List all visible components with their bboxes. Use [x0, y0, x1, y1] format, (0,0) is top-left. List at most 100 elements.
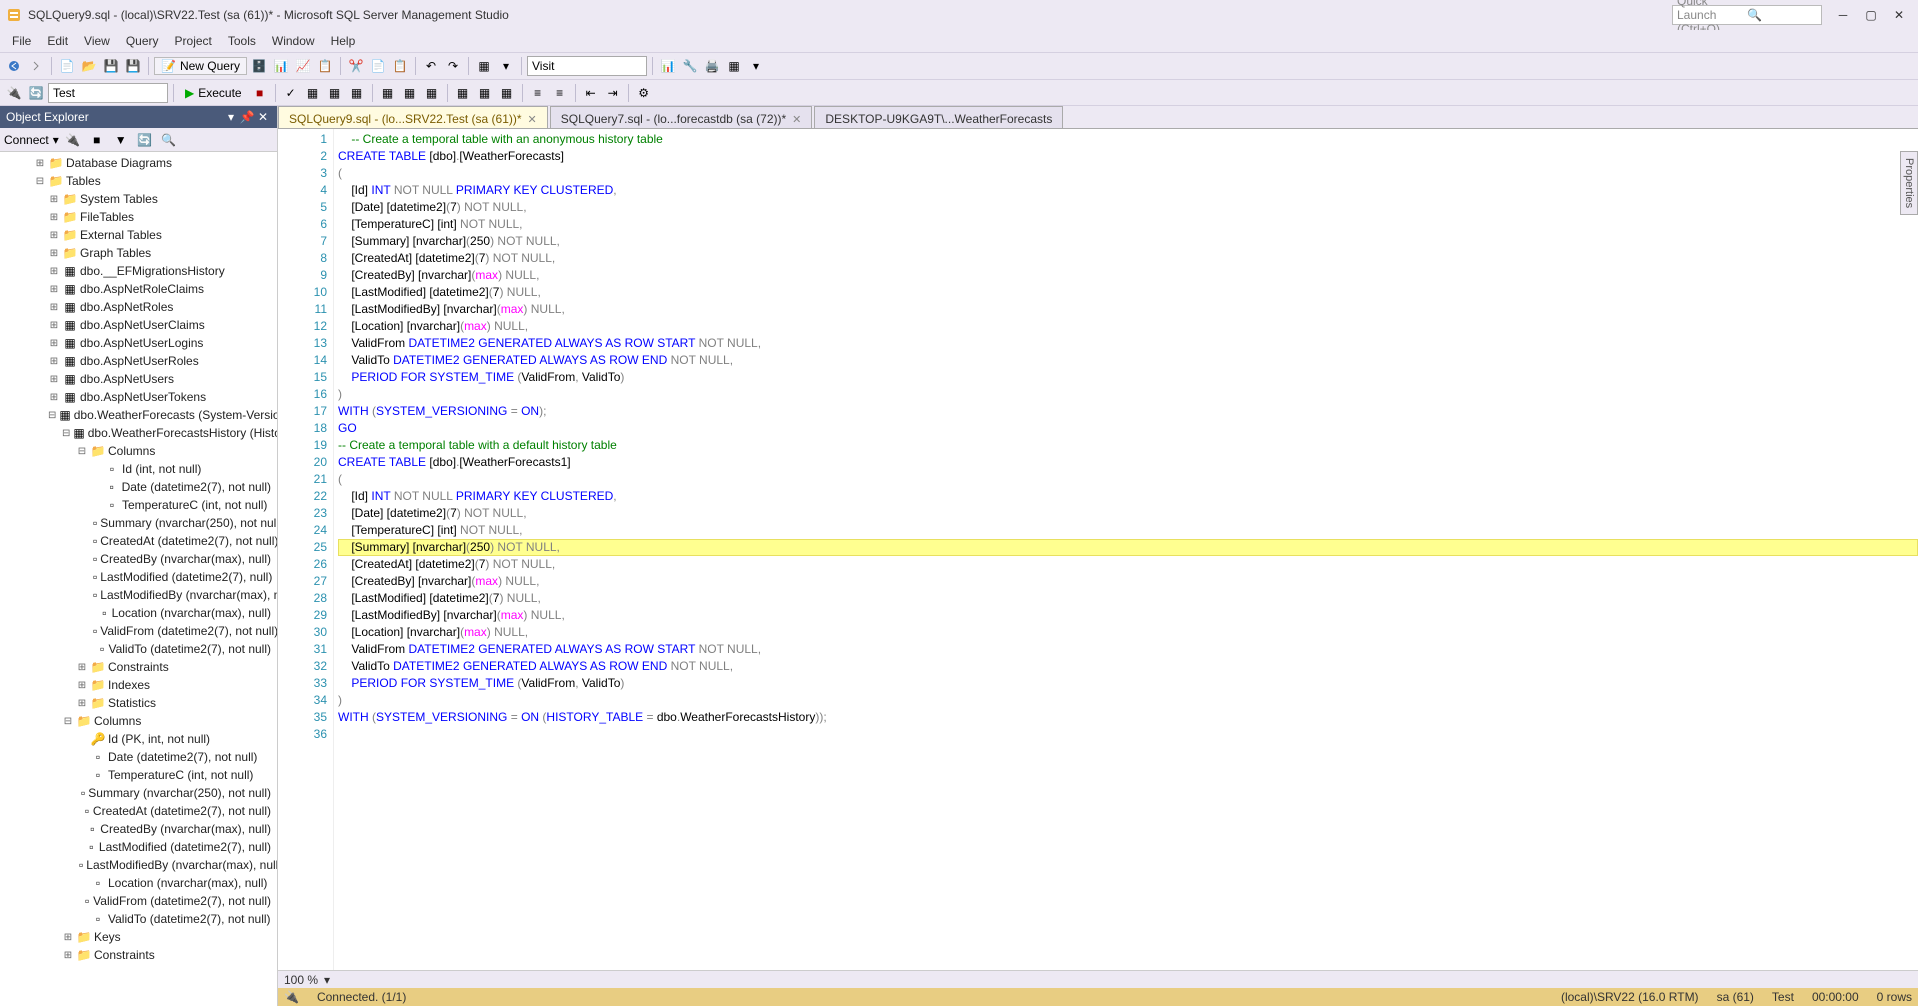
expander-icon[interactable]: ⊞	[48, 338, 60, 349]
code-line[interactable]: PERIOD FOR SYSTEM_TIME (ValidFrom, Valid…	[338, 675, 1918, 692]
expander-icon[interactable]: ⊞	[48, 284, 60, 295]
expander-icon[interactable]: ⊟	[48, 410, 56, 421]
specify-values-button[interactable]: ⚙	[634, 83, 654, 103]
tab-close-icon[interactable]: ✕	[792, 113, 801, 126]
tree-node[interactable]: ⊞📁Database Diagrams	[0, 154, 277, 172]
results-file-button[interactable]: ▦	[497, 83, 517, 103]
code-line[interactable]: [Id] INT NOT NULL PRIMARY KEY CLUSTERED,	[338, 488, 1918, 505]
code-line[interactable]: -- Create a temporal table with a defaul…	[338, 437, 1918, 454]
oe-close-icon[interactable]: ✕	[255, 110, 271, 124]
document-tab[interactable]: SQLQuery9.sql - (lo...SRV22.Test (sa (61…	[278, 106, 548, 128]
code-line[interactable]: -- Create a temporal table with an anony…	[338, 131, 1918, 148]
code-line[interactable]: [Summary] [nvarchar](250) NOT NULL,	[338, 539, 1918, 556]
uncomment-button[interactable]: ≡	[550, 83, 570, 103]
xmla-query-button[interactable]: 📋	[315, 56, 335, 76]
expander-icon[interactable]: ⊞	[48, 392, 60, 403]
tree-node[interactable]: ▫Date (datetime2(7), not null)	[0, 478, 277, 496]
tab-close-icon[interactable]: ✕	[528, 113, 537, 126]
tree-node[interactable]: ▫CreatedAt (datetime2(7), not null)	[0, 532, 277, 550]
expander-icon[interactable]: ⊞	[76, 680, 88, 691]
code-line[interactable]: [Date] [datetime2](7) NOT NULL,	[338, 199, 1918, 216]
tree-node[interactable]: ⊟📁Columns	[0, 712, 277, 730]
activity-monitor-button[interactable]: 📊	[658, 56, 678, 76]
document-tab[interactable]: DESKTOP-U9KGA9T\...WeatherForecasts	[814, 106, 1063, 128]
object-explorer-tree[interactable]: ⊞📁Database Diagrams⊟📁Tables⊞📁System Tabl…	[0, 152, 277, 1006]
oe-dropdown-icon[interactable]: ▾	[223, 110, 239, 124]
expander-icon[interactable]: ⊟	[62, 428, 70, 439]
expander-icon[interactable]: ⊞	[48, 302, 60, 313]
oe-refresh-button[interactable]: 🔄	[135, 130, 155, 150]
menu-tools[interactable]: Tools	[220, 32, 264, 50]
menu-file[interactable]: File	[4, 32, 39, 50]
tree-node[interactable]: ⊟📁Tables	[0, 172, 277, 190]
new-file-button[interactable]: 📄	[57, 56, 77, 76]
code-line[interactable]: WITH (SYSTEM_VERSIONING = ON (HISTORY_TA…	[338, 709, 1918, 726]
zoom-level[interactable]: 100 %	[284, 973, 318, 987]
code-line[interactable]	[338, 726, 1918, 743]
results-grid-button[interactable]: ▦	[475, 83, 495, 103]
db-engine-query-button[interactable]: 🗄️	[249, 56, 269, 76]
tree-node[interactable]: ⊞📁Graph Tables	[0, 244, 277, 262]
tree-node[interactable]: ▫Summary (nvarchar(250), not null)	[0, 784, 277, 802]
tree-node[interactable]: ⊞▦dbo.AspNetUserClaims	[0, 316, 277, 334]
tree-node[interactable]: ⊞📁System Tables	[0, 190, 277, 208]
oe-connect-dropdown-icon[interactable]: ▾	[53, 133, 59, 147]
tree-node[interactable]: ▫ValidFrom (datetime2(7), not null)	[0, 622, 277, 640]
menu-help[interactable]: Help	[323, 32, 364, 50]
intellisense-button[interactable]: ▦	[347, 83, 367, 103]
expander-icon[interactable]: ⊞	[48, 194, 60, 205]
oe-search-button[interactable]: 🔍	[159, 130, 179, 150]
back-dropdown-button[interactable]	[4, 56, 24, 76]
tree-node[interactable]: ▫LastModified (datetime2(7), null)	[0, 568, 277, 586]
code-line[interactable]: GO	[338, 420, 1918, 437]
tree-node[interactable]: ⊞▦dbo.AspNetRoleClaims	[0, 280, 277, 298]
properties-tab[interactable]: Properties	[1900, 151, 1918, 215]
tree-node[interactable]: ▫Id (int, not null)	[0, 460, 277, 478]
tree-node[interactable]: ▫LastModified (datetime2(7), null)	[0, 838, 277, 856]
tree-node[interactable]: ⊞📁Indexes	[0, 676, 277, 694]
tree-node[interactable]: ▫CreatedBy (nvarchar(max), null)	[0, 820, 277, 838]
tree-node[interactable]: ▫CreatedBy (nvarchar(max), null)	[0, 550, 277, 568]
tree-node[interactable]: ▫TemperatureC (int, not null)	[0, 496, 277, 514]
expander-icon[interactable]: ⊞	[48, 356, 60, 367]
expander-icon[interactable]: ⊞	[48, 374, 60, 385]
copy-button[interactable]: 📄	[368, 56, 388, 76]
oe-connect-button[interactable]: Connect	[4, 133, 49, 147]
tree-node[interactable]: ⊞▦dbo.AspNetRoles	[0, 298, 277, 316]
template-explorer-button[interactable]: ▦	[724, 56, 744, 76]
tree-node[interactable]: ⊞▦dbo.AspNetUserTokens	[0, 388, 277, 406]
expander-icon[interactable]: ⊞	[48, 230, 60, 241]
expander-icon[interactable]: ⊞	[34, 158, 46, 169]
tree-node[interactable]: ⊟▦dbo.WeatherForecasts (System-Versioned…	[0, 406, 277, 424]
cancel-query-button[interactable]: ■	[250, 83, 270, 103]
query-options-button[interactable]: ▦	[325, 83, 345, 103]
visit-dropdown[interactable]: Visit	[527, 56, 647, 76]
code-line[interactable]: PERIOD FOR SYSTEM_TIME (ValidFrom, Valid…	[338, 369, 1918, 386]
document-tab[interactable]: SQLQuery7.sql - (lo...forecastdb (sa (72…	[550, 106, 813, 128]
paste-button[interactable]: 📋	[390, 56, 410, 76]
expander-icon[interactable]: ⊞	[62, 950, 74, 961]
code-line[interactable]: [CreatedBy] [nvarchar](max) NULL,	[338, 573, 1918, 590]
tree-node[interactable]: ⊞▦dbo.AspNetUserRoles	[0, 352, 277, 370]
solution-config-button[interactable]: ▦	[474, 56, 494, 76]
tree-node[interactable]: ⊟▦dbo.WeatherForecastsHistory (History)	[0, 424, 277, 442]
oe-disconnect-button[interactable]: 🔌	[63, 130, 83, 150]
menu-window[interactable]: Window	[264, 32, 323, 50]
code-editor[interactable]: 1234567891011121314151617181920212223242…	[278, 128, 1918, 970]
execute-button[interactable]: ▶ Execute	[179, 85, 248, 101]
tree-node[interactable]: ⊞📁FileTables	[0, 208, 277, 226]
code-line[interactable]: [LastModifiedBy] [nvarchar](max) NULL,	[338, 301, 1918, 318]
expander-icon[interactable]: ⊟	[34, 176, 46, 187]
cut-button[interactable]: ✂️	[346, 56, 366, 76]
tree-node[interactable]: ⊞▦dbo.AspNetUsers	[0, 370, 277, 388]
menu-query[interactable]: Query	[118, 32, 167, 50]
config-dropdown-button[interactable]: ▾	[496, 56, 516, 76]
increase-indent-button[interactable]: ⇥	[603, 83, 623, 103]
tree-node[interactable]: ⊞📁Keys	[0, 928, 277, 946]
parse-button[interactable]: ✓	[281, 83, 301, 103]
minimize-button[interactable]: ─	[1830, 5, 1856, 25]
tree-node[interactable]: ⊞▦dbo.AspNetUserLogins	[0, 334, 277, 352]
expander-icon[interactable]: ⊞	[48, 248, 60, 259]
code-content[interactable]: -- Create a temporal table with an anony…	[334, 129, 1918, 970]
analysis-query-button[interactable]: 📊	[271, 56, 291, 76]
